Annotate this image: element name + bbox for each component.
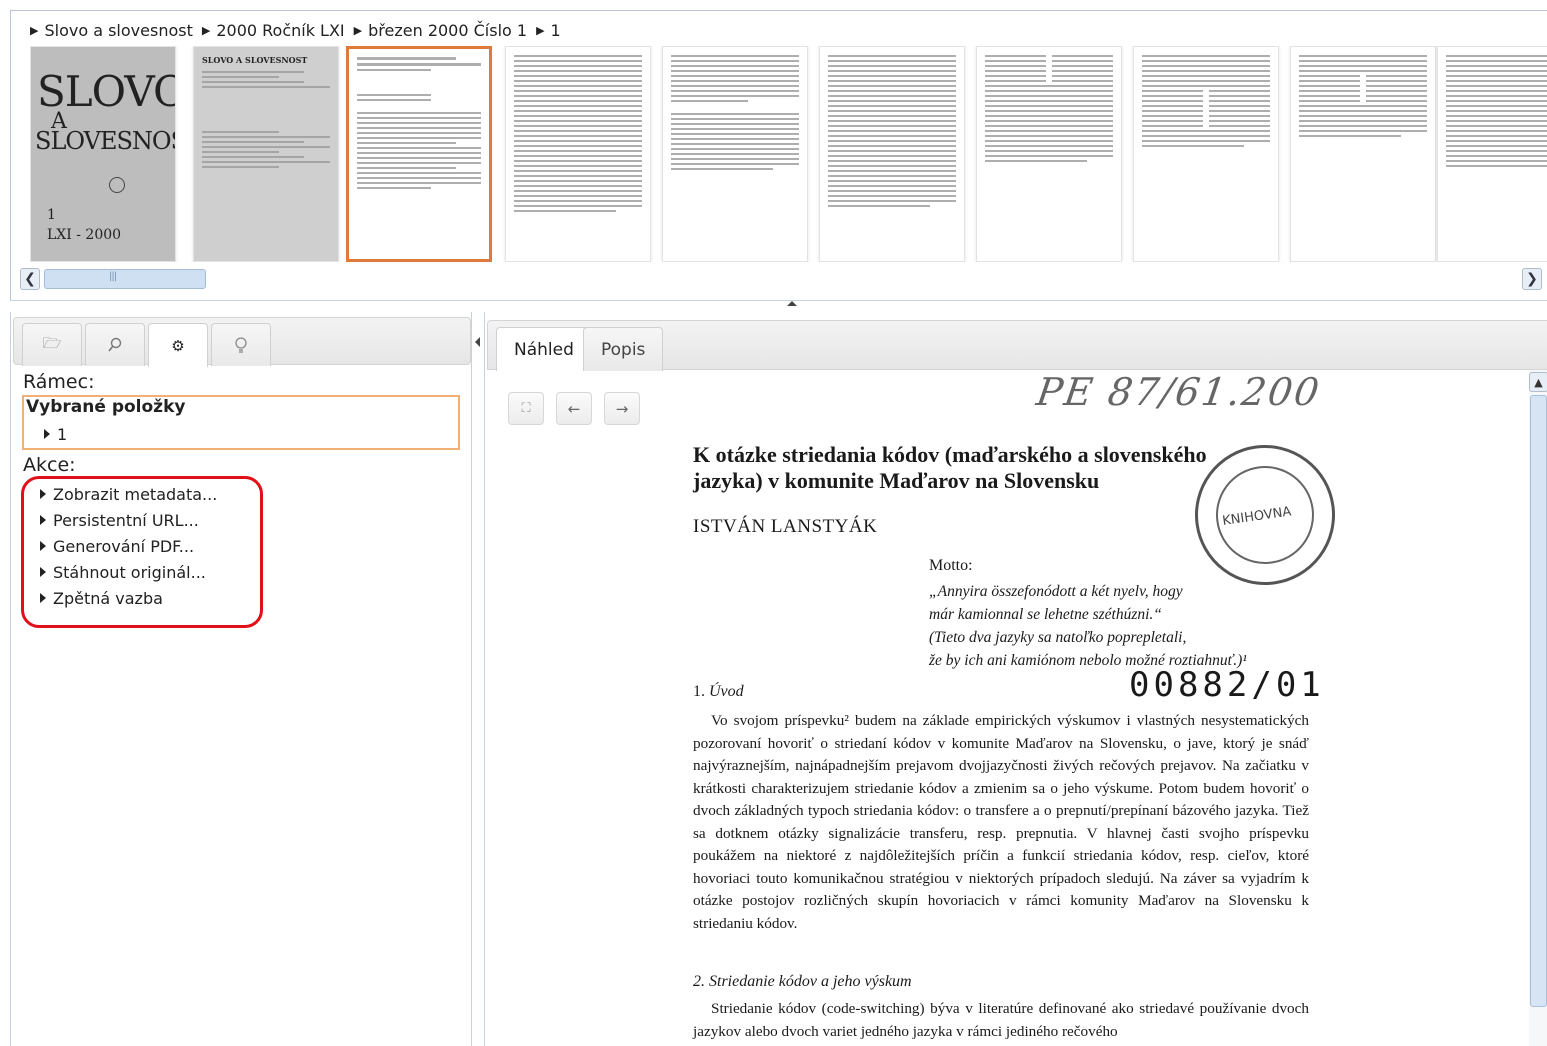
right-tab-bar: Náhled Popis [487,320,1547,371]
action-generate-pdf[interactable]: Generování PDF... [40,537,194,556]
next-page-button[interactable]: → [604,392,640,425]
article-author: ISTVÁN LANSTYÁK [693,516,878,537]
thumbnail-page[interactable] [976,46,1122,262]
previous-page-button[interactable]: ← [556,392,592,425]
thumbnail-page[interactable] [1437,46,1547,262]
breadcrumb-arrow-icon: ▶ [353,24,363,37]
page-preview: PE 87/61.200 K otázke striedania kódov (… [665,370,1527,1046]
action-download-original[interactable]: Stáhnout originál... [40,563,206,582]
breadcrumb-item-title[interactable]: Slovo a slovesnost [44,21,192,40]
thumbnail-page-title: SLOVO A SLOVESNOST [202,55,308,65]
action-persistent-url[interactable]: Persistentní URL... [40,511,199,530]
preview-scrollbar[interactable]: ▲ [1529,370,1547,1046]
breadcrumb-item-volume[interactable]: 2000 Ročník LXI [216,21,344,40]
motto-text: „Annyira összefonódott a két nyelv, hogy… [929,580,1247,672]
action-label: Zobrazit metadata... [53,485,218,504]
thumbnail-page-selected[interactable] [346,46,492,262]
cover-volume: LXI - 2000 [47,227,122,243]
arrow-icon [40,541,46,551]
arrow-icon [40,567,46,577]
paragraph: Vo svojom príspevku² budem na základe em… [693,712,1309,932]
left-panel: 🗁 ⚙ Rámec: Vybrané položky 1 Akce: Zobra [10,312,472,1046]
scroll-right-icon[interactable]: ❯ [1522,268,1542,290]
motto-label: Motto: [929,557,973,574]
action-label: Persistentní URL... [53,511,199,530]
stamped-number: 00882/01 [1129,665,1325,705]
motto-line: már kamionnal se lehetne széthúzni.“ [929,606,1162,623]
section-title: Úvod [709,683,744,700]
thumbnail-scrollbar[interactable]: ❮ ❯ [20,268,1547,292]
thumbnail-page[interactable] [505,46,651,262]
thumbnail-strip: SLOVO A SLOVESNOST 1 LXI - 2000 SLOVO A … [30,46,1547,262]
left-tab-bar: 🗁 ⚙ [13,317,471,367]
thumbnail-page[interactable]: SLOVO A SLOVESNOST [193,46,339,262]
motto-line: (Tieto dva jazyky sa natoľko poprepletal… [929,629,1187,646]
collapse-left-icon[interactable] [472,312,484,1046]
arrow-icon [40,515,46,525]
action-show-metadata[interactable]: Zobrazit metadata... [40,485,217,504]
tab-structure[interactable]: 🗁 [22,323,82,366]
arrow-icon [40,593,46,603]
thumbnail-page[interactable] [662,46,808,262]
handwritten-shelfmark: PE 87/61.200 [1033,370,1324,414]
fullscreen-button[interactable]: ⛶ [508,392,544,425]
tab-help[interactable] [211,323,271,366]
article-title: K otázke striedania kódov (maďarského a … [693,442,1207,493]
bulb-icon [235,337,247,353]
expand-arrow-icon [44,429,50,439]
motto-line: „Annyira összefonódott a két nyelv, hogy [929,583,1183,600]
arrow-right-icon: → [615,399,629,418]
frame-item[interactable]: 1 [44,425,67,444]
tab-actions[interactable]: ⚙ [148,323,208,367]
cover-subtitle: SLOVESNOST [35,127,175,155]
tab-description[interactable]: Popis [583,327,664,371]
action-feedback[interactable]: Zpětná vazba [40,589,163,608]
actions-label: Akce: [23,454,76,476]
breadcrumb: ▶ Slovo a slovesnost ▶ 2000 Ročník LXI ▶… [30,21,570,40]
arrow-icon [40,489,46,499]
section-number: 1. [693,683,705,700]
breadcrumb-arrow-icon: ▶ [201,24,211,37]
section-heading: 1. Úvod [693,683,744,701]
breadcrumb-item-page[interactable]: 1 [551,21,561,40]
folder-icon: 🗁 [42,333,62,352]
scroll-up-icon[interactable]: ▲ [1529,372,1547,392]
breadcrumb-arrow-icon: ▶ [30,24,39,37]
panel-splitter[interactable] [10,300,1547,312]
paragraph: Striedanie kódov (code-switching) býva v… [693,1000,1309,1040]
frame-title: Vybrané položky [26,397,186,417]
collapse-up-icon[interactable] [765,299,825,309]
gear-icon: ⚙ [171,336,185,355]
action-label: Zpětná vazba [53,589,163,608]
thumbnail-page[interactable] [1290,46,1436,262]
scroll-left-icon[interactable]: ❮ [20,268,40,290]
action-label: Generování PDF... [53,537,195,556]
frame-label: Rámec: [23,371,95,393]
action-label: Stáhnout originál... [53,563,206,582]
frame-selection-box: Vybrané položky 1 [22,395,460,450]
tab-search[interactable] [85,323,145,366]
cover-emblem-icon [109,177,125,193]
scrollbar-thumb[interactable] [1530,395,1547,1007]
thumbnail-page[interactable] [1133,46,1279,262]
scrollbar-thumb[interactable] [44,269,206,289]
breadcrumb-arrow-icon: ▶ [536,24,545,37]
section-heading: 2. Striedanie kódov a jeho výskum [693,973,912,990]
thumbnail-page[interactable] [819,46,965,262]
search-icon [108,337,122,352]
fullscreen-icon: ⛶ [521,401,531,416]
right-panel: Náhled Popis ⛶ ← → PE 87/61.200 K otázke… [484,312,1547,1046]
thumbnail-cover[interactable]: SLOVO A SLOVESNOST 1 LXI - 2000 [30,46,176,262]
tab-preview[interactable]: Náhled [496,327,592,371]
arrow-left-icon: ← [567,399,581,418]
cover-issue: 1 [47,207,56,223]
breadcrumb-item-issue[interactable]: březen 2000 Číslo 1 [368,21,527,40]
frame-item-label: 1 [57,425,68,444]
